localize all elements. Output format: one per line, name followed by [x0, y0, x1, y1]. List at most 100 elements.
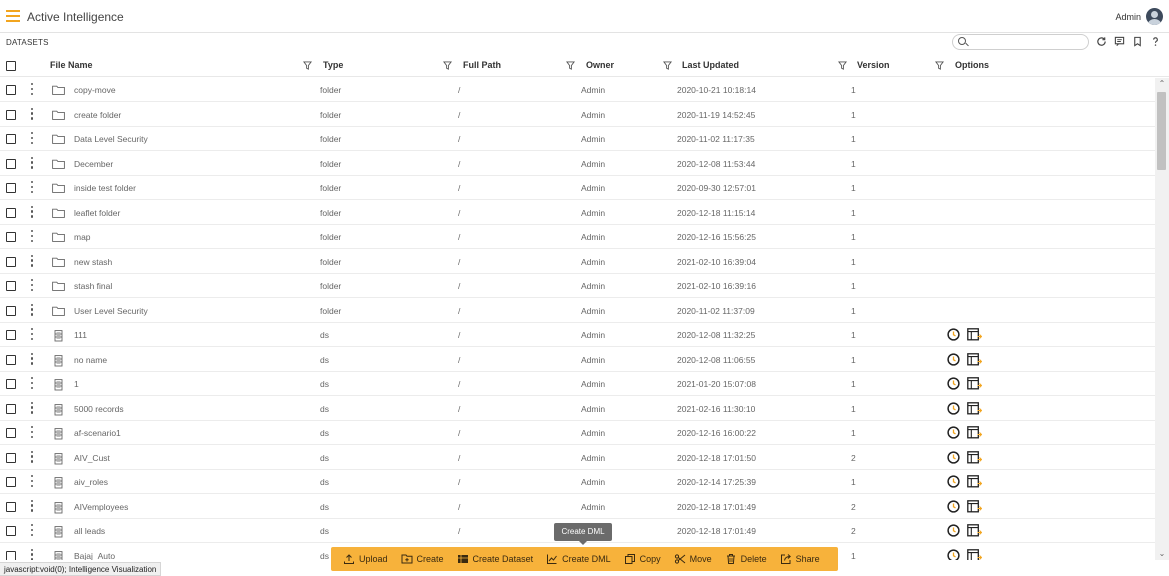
- row-checkbox[interactable]: [6, 452, 16, 463]
- row-menu-icon[interactable]: [31, 254, 34, 267]
- file-name[interactable]: af-scenario1: [74, 428, 121, 438]
- table-row[interactable]: Data Level Security folder / Admin 2020-11-0…: [0, 127, 1155, 151]
- schedule-icon[interactable]: [947, 548, 960, 560]
- row-menu-icon[interactable]: [31, 524, 34, 536]
- create-dataset-button[interactable]: Create Dataset: [457, 553, 533, 565]
- row-menu-icon[interactable]: [31, 352, 34, 365]
- file-name[interactable]: copy-move: [74, 85, 116, 95]
- move-button[interactable]: Move: [674, 553, 712, 565]
- open-table-icon[interactable]: [967, 548, 983, 560]
- row-checkbox[interactable]: [6, 428, 16, 438]
- table-row[interactable]: AIVemployees ds / Admin 2020-12-18 17:01:49 2: [0, 495, 1155, 519]
- column-header-full-path[interactable]: Full Path: [463, 60, 501, 70]
- row-menu-icon[interactable]: [31, 475, 34, 487]
- row-menu-icon[interactable]: [31, 499, 34, 512]
- table-row[interactable]: 5000 records ds / Admin 2021-02-16 11:30:10 1: [0, 397, 1155, 421]
- open-table-icon[interactable]: [967, 524, 983, 537]
- column-header-owner[interactable]: Owner: [586, 60, 614, 70]
- row-checkbox[interactable]: [6, 134, 16, 144]
- file-name[interactable]: AIV_Cust: [74, 453, 110, 463]
- row-checkbox[interactable]: [6, 330, 16, 340]
- row-menu-icon[interactable]: [31, 181, 34, 193]
- row-checkbox[interactable]: [6, 379, 16, 389]
- refresh-icon[interactable]: [1095, 35, 1107, 48]
- row-menu-icon[interactable]: [31, 450, 34, 463]
- table-row[interactable]: December folder / Admin 2020-12-08 11:53:44 1: [0, 152, 1155, 176]
- row-menu-icon[interactable]: [31, 156, 34, 169]
- schedule-icon[interactable]: [947, 450, 960, 464]
- table-row[interactable]: 111 ds / Admin 2020-12-08 11:32:25 1: [0, 323, 1155, 347]
- column-header-last-updated[interactable]: Last Updated: [682, 60, 739, 70]
- row-checkbox[interactable]: [6, 109, 16, 120]
- row-checkbox[interactable]: [6, 477, 16, 487]
- column-header-type[interactable]: Type: [323, 60, 343, 70]
- bookmark-icon[interactable]: [1131, 35, 1143, 48]
- row-checkbox[interactable]: [6, 550, 16, 560]
- row-menu-icon[interactable]: [31, 107, 34, 120]
- row-checkbox[interactable]: [6, 183, 16, 193]
- file-name[interactable]: AIVemployees: [74, 502, 128, 512]
- upload-button[interactable]: Upload: [343, 553, 388, 565]
- file-name[interactable]: inside test folder: [74, 183, 136, 193]
- table-row[interactable]: create folder folder / Admin 2020-11-19 14:5…: [0, 103, 1155, 127]
- open-table-icon[interactable]: [967, 328, 983, 341]
- file-name[interactable]: map: [74, 232, 91, 242]
- row-checkbox[interactable]: [6, 354, 16, 365]
- table-row[interactable]: copy-move folder / Admin 2020-10-21 10:18:14…: [0, 78, 1155, 102]
- filter-icon[interactable]: [443, 61, 452, 70]
- file-name[interactable]: User Level Security: [74, 306, 148, 316]
- filter-icon[interactable]: [303, 61, 312, 70]
- schedule-icon[interactable]: [947, 328, 960, 341]
- open-table-icon[interactable]: [967, 450, 983, 464]
- schedule-icon[interactable]: [947, 426, 960, 439]
- open-table-icon[interactable]: [967, 499, 983, 513]
- open-table-icon[interactable]: [967, 426, 983, 439]
- file-name[interactable]: aiv_roles: [74, 477, 108, 487]
- table-row[interactable]: 1 ds / Admin 2021-01-20 15:07:08 1: [0, 372, 1155, 396]
- file-name[interactable]: all leads: [74, 526, 105, 536]
- row-menu-icon[interactable]: [31, 132, 34, 144]
- table-row[interactable]: inside test folder folder / Admin 2020-09-30…: [0, 176, 1155, 200]
- table-row[interactable]: stash final folder / Admin 2021-02-10 16:39:…: [0, 274, 1155, 298]
- schedule-icon[interactable]: [947, 401, 960, 415]
- avatar[interactable]: [1146, 8, 1163, 25]
- row-checkbox[interactable]: [6, 256, 16, 267]
- search-input[interactable]: [952, 34, 1089, 50]
- row-checkbox[interactable]: [6, 305, 16, 316]
- schedule-icon[interactable]: [947, 475, 960, 488]
- table-row[interactable]: leaflet folder folder / Admin 2020-12-18 11:…: [0, 201, 1155, 225]
- scroll-up-icon[interactable]: ⌃: [1157, 79, 1167, 89]
- copy-button[interactable]: Copy: [624, 553, 661, 565]
- row-checkbox[interactable]: [6, 403, 16, 414]
- row-menu-icon[interactable]: [31, 230, 34, 242]
- row-checkbox[interactable]: [6, 281, 16, 291]
- row-menu-icon[interactable]: [31, 205, 34, 218]
- share-button[interactable]: Share: [780, 553, 820, 565]
- hamburger-menu-icon[interactable]: [6, 10, 20, 22]
- select-all-checkbox[interactable]: [6, 61, 16, 71]
- file-name[interactable]: 5000 records: [74, 404, 124, 414]
- file-name[interactable]: new stash: [74, 257, 112, 267]
- row-menu-icon[interactable]: [31, 426, 34, 438]
- table-row[interactable]: User Level Security folder / Admin 2020-11-0…: [0, 299, 1155, 323]
- delete-button[interactable]: Delete: [725, 553, 767, 565]
- row-menu-icon[interactable]: [31, 377, 34, 389]
- scroll-down-icon[interactable]: ⌄: [1157, 549, 1167, 559]
- row-checkbox[interactable]: [6, 85, 16, 95]
- table-row[interactable]: no name ds / Admin 2020-12-08 11:06:55 1: [0, 348, 1155, 372]
- table-row[interactable]: map folder / Admin 2020-12-16 15:56:25 1: [0, 225, 1155, 249]
- comment-icon[interactable]: [1113, 35, 1125, 48]
- file-name[interactable]: stash final: [74, 281, 112, 291]
- column-header-version[interactable]: Version: [857, 60, 890, 70]
- file-name[interactable]: 1: [74, 379, 79, 389]
- vertical-scrollbar[interactable]: ⌃ ⌄: [1155, 78, 1169, 560]
- open-table-icon[interactable]: [967, 352, 983, 366]
- scrollbar-thumb[interactable]: [1157, 92, 1166, 170]
- help-icon[interactable]: [1149, 35, 1161, 48]
- file-name[interactable]: 111: [74, 330, 87, 340]
- file-name[interactable]: create folder: [74, 110, 121, 120]
- row-menu-icon[interactable]: [31, 401, 34, 414]
- open-table-icon[interactable]: [967, 401, 983, 415]
- create-button[interactable]: Create: [401, 553, 444, 565]
- file-name[interactable]: Bajaj_Auto: [74, 551, 115, 561]
